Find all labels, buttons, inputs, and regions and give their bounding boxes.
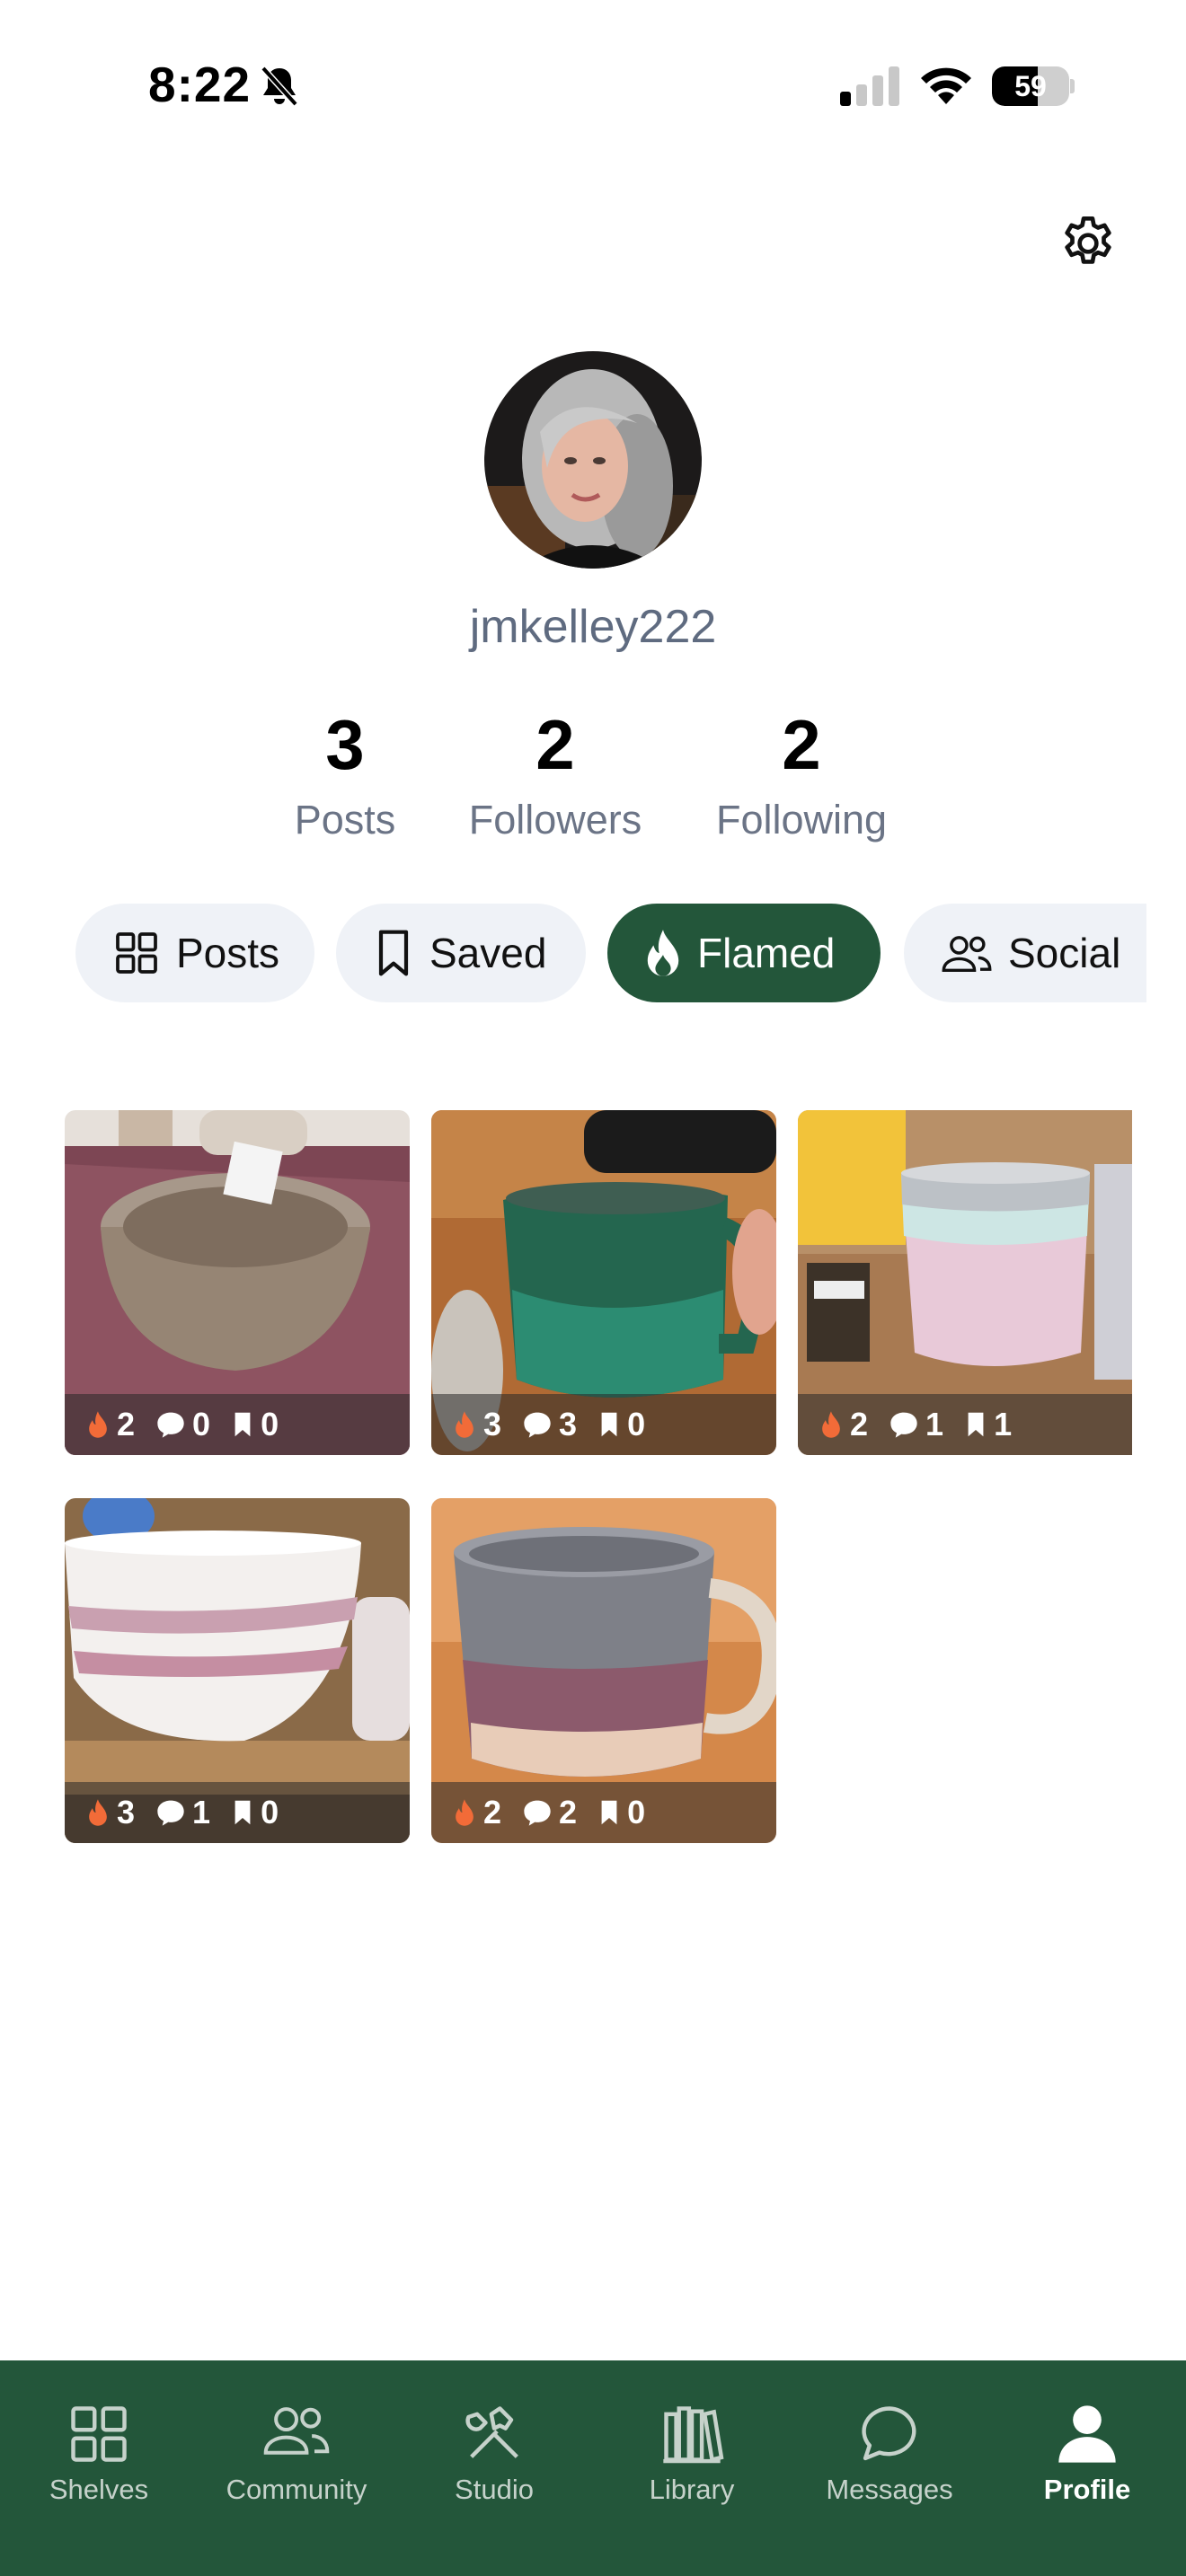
tab-saved[interactable]: Saved xyxy=(336,904,586,1002)
flame-count: 3 xyxy=(483,1406,502,1442)
save-count: 0 xyxy=(261,1406,279,1442)
wifi-icon xyxy=(921,67,971,104)
flame-icon xyxy=(89,1799,107,1826)
post-tile[interactable]: 2 1 1 xyxy=(798,1110,1132,1455)
signal-icon xyxy=(840,66,899,106)
bookmark-icon xyxy=(601,1412,617,1437)
username: jmkelley222 xyxy=(469,601,717,653)
comment-icon xyxy=(524,1800,551,1826)
tab-flamed[interactable]: Flamed xyxy=(607,904,881,1002)
flame-icon xyxy=(89,1411,107,1438)
post-tile[interactable]: 2 0 0 xyxy=(65,1110,410,1455)
post-stats: 2 0 0 xyxy=(65,1394,410,1455)
tab-posts[interactable]: Posts xyxy=(75,904,314,1002)
tab-label: Saved xyxy=(429,930,547,976)
flame-count: 2 xyxy=(483,1794,502,1831)
comment-icon xyxy=(524,1412,551,1438)
post-stats: 2 1 1 xyxy=(798,1394,1132,1455)
comment-icon xyxy=(157,1412,184,1438)
bell-muted-icon xyxy=(261,66,298,107)
nav-library[interactable]: Library xyxy=(593,2360,791,2576)
avatar[interactable] xyxy=(484,351,702,569)
post-stats: 2 2 0 xyxy=(431,1782,776,1843)
tools-icon xyxy=(465,2406,518,2458)
tab-label: Flamed xyxy=(697,930,836,976)
person-icon xyxy=(1058,2405,1116,2463)
nav-label: Messages xyxy=(826,2474,953,2505)
flame-icon xyxy=(456,1411,474,1438)
comment-count: 1 xyxy=(925,1406,944,1442)
battery-percent: 59 xyxy=(1014,70,1047,102)
nav-label: Library xyxy=(649,2474,735,2505)
stat-label: Followers xyxy=(468,797,642,842)
bookmark-icon xyxy=(235,1800,251,1825)
status-time: 8:22 xyxy=(148,57,252,112)
flame-icon xyxy=(822,1411,840,1438)
nav-label: Studio xyxy=(455,2474,534,2505)
save-count: 0 xyxy=(627,1406,646,1442)
grid-icon xyxy=(116,932,157,974)
nav-shelves[interactable]: Shelves xyxy=(0,2360,198,2576)
nav-messages[interactable]: Messages xyxy=(791,2360,988,2576)
post-stats: 3 3 0 xyxy=(431,1394,776,1455)
save-count: 0 xyxy=(261,1794,279,1831)
stat-value: 3 xyxy=(325,705,365,784)
nav-label: Profile xyxy=(1043,2474,1131,2505)
nav-label: Shelves xyxy=(49,2474,149,2505)
flame-icon xyxy=(647,930,679,976)
comment-count: 3 xyxy=(559,1406,578,1442)
comment-icon xyxy=(157,1800,184,1826)
save-count: 1 xyxy=(994,1406,1013,1442)
stat-value: 2 xyxy=(782,705,821,784)
tab-label: Posts xyxy=(176,930,280,976)
stat-followers[interactable]: 2 Followers xyxy=(438,703,672,843)
tab-label: Social xyxy=(1008,930,1121,976)
people-icon xyxy=(263,2407,330,2455)
stat-value: 2 xyxy=(535,705,575,784)
flame-count: 3 xyxy=(117,1794,136,1831)
settings-gear-icon[interactable] xyxy=(1057,212,1120,275)
nav-label: Community xyxy=(226,2474,367,2505)
people-icon xyxy=(942,936,992,972)
stat-label: Following xyxy=(715,797,888,842)
books-icon xyxy=(663,2406,724,2464)
bookmark-icon xyxy=(968,1412,984,1437)
post-tile[interactable]: 3 1 0 xyxy=(65,1498,410,1843)
bookmark-icon xyxy=(601,1800,617,1825)
flame-count: 2 xyxy=(850,1406,869,1442)
comment-icon xyxy=(890,1412,917,1438)
stat-following[interactable]: 2 Following xyxy=(685,703,918,843)
nav-studio[interactable]: Studio xyxy=(395,2360,593,2576)
nav-community[interactable]: Community xyxy=(198,2360,395,2576)
battery-icon: 59 xyxy=(992,66,1075,106)
flame-icon xyxy=(456,1799,474,1826)
stat-label: Posts xyxy=(294,797,396,842)
chat-icon xyxy=(862,2406,916,2461)
comment-count: 1 xyxy=(192,1794,211,1831)
post-tile[interactable]: 3 3 0 xyxy=(431,1110,776,1455)
flame-count: 2 xyxy=(117,1406,136,1442)
post-stats: 3 1 0 xyxy=(65,1782,410,1843)
nav-profile[interactable]: Profile xyxy=(988,2360,1186,2576)
grid-icon xyxy=(71,2406,127,2462)
tab-social[interactable]: Social xyxy=(904,904,1146,1002)
bookmark-icon xyxy=(235,1412,251,1437)
save-count: 0 xyxy=(627,1794,646,1831)
bottom-tab-bar: Shelves Community Studio Library Message… xyxy=(0,2360,1186,2576)
comment-count: 0 xyxy=(192,1406,211,1442)
stat-posts[interactable]: 3 Posts xyxy=(228,703,462,843)
bookmark-icon xyxy=(378,930,409,976)
avatar-photo xyxy=(484,351,702,569)
post-tile[interactable]: 2 2 0 xyxy=(431,1498,776,1843)
comment-count: 2 xyxy=(559,1794,578,1831)
